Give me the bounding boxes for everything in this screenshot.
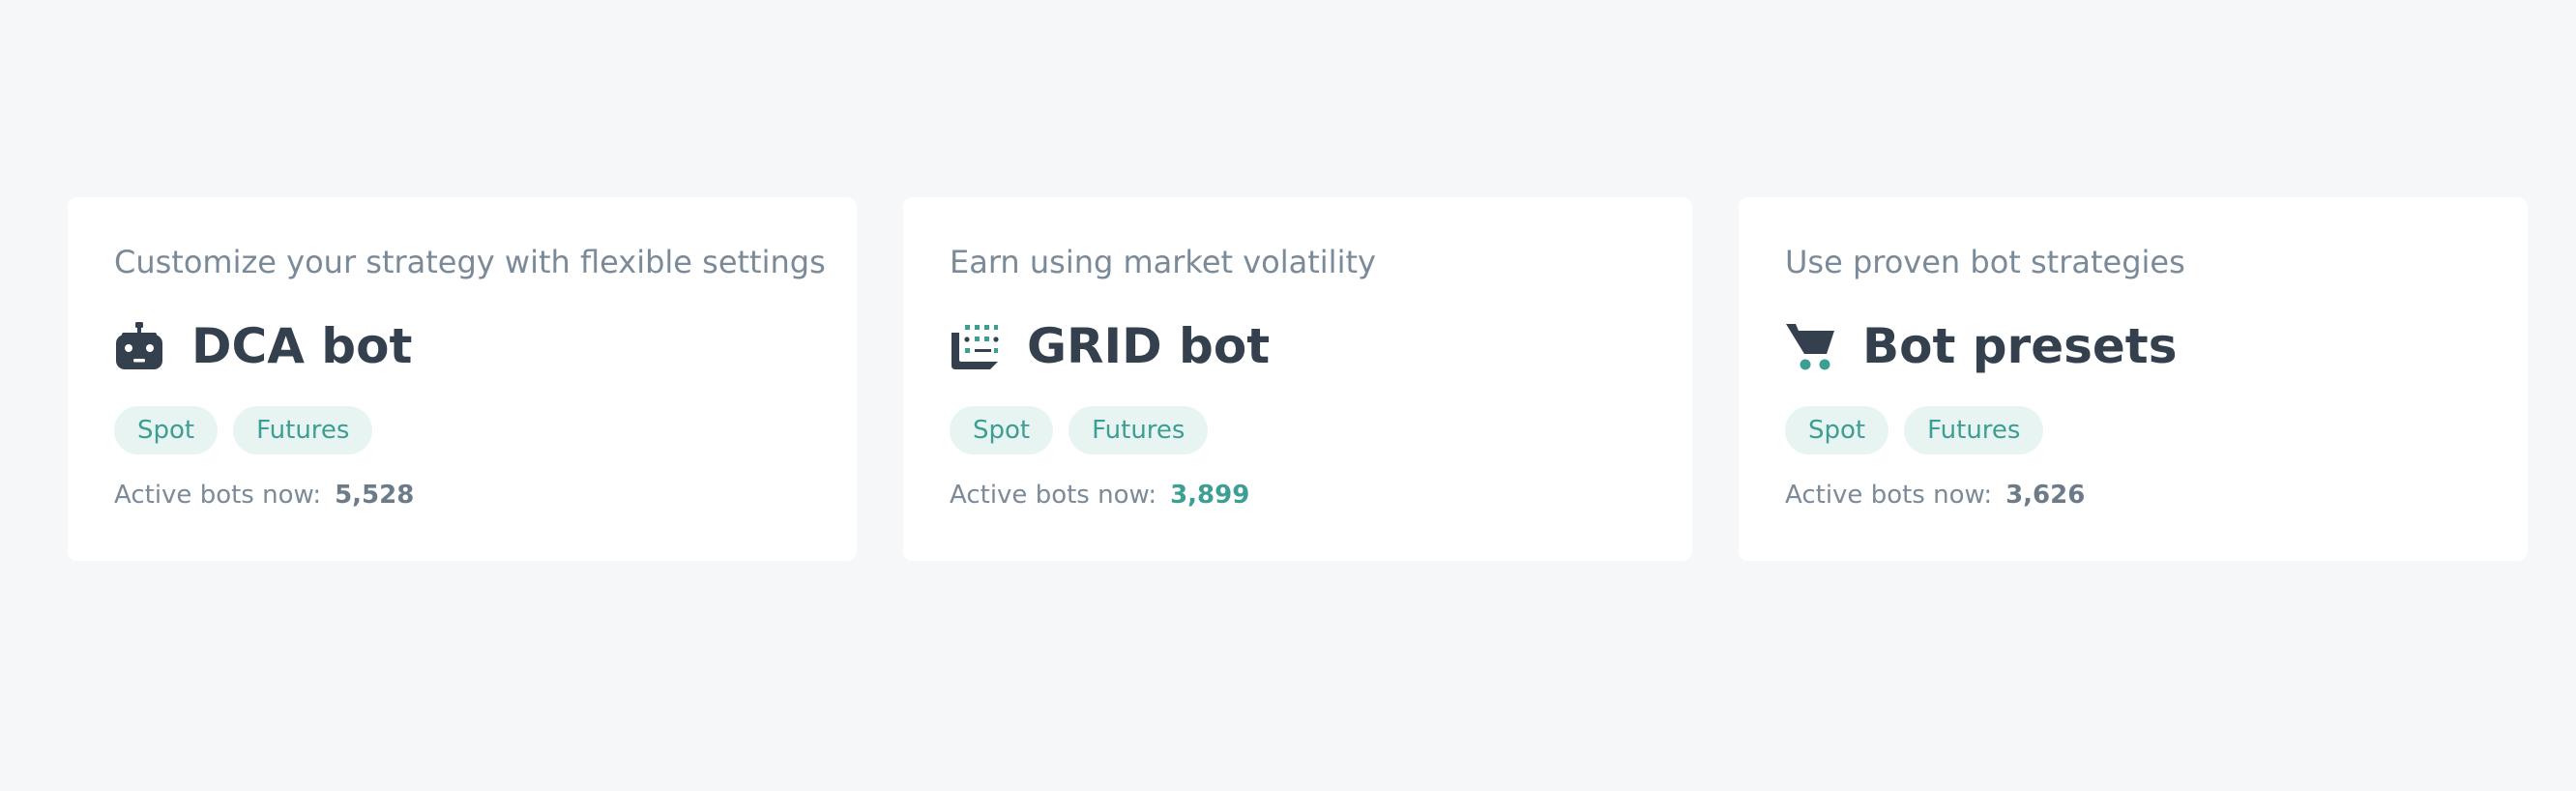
cart-icon <box>1785 321 1835 371</box>
card-title: GRID bot <box>1027 318 1271 374</box>
card-title-row: Bot presets <box>1785 315 2481 377</box>
card-bot-presets[interactable]: Use proven bot strategies Bot presets Sp… <box>1739 197 2528 561</box>
tag-futures[interactable]: Futures <box>1904 406 2044 454</box>
tag-futures[interactable]: Futures <box>1068 406 1209 454</box>
active-bots-stat: Active bots now: 3,899 <box>950 476 1646 514</box>
card-subtitle: Use proven bot strategies <box>1785 244 2185 280</box>
tag-list: Spot Futures <box>950 406 1646 454</box>
active-bots-label: Active bots now: <box>950 481 1157 510</box>
tag-spot[interactable]: Spot <box>950 406 1054 454</box>
card-title: Bot presets <box>1862 318 2178 374</box>
card-dca-bot[interactable]: Customize your strategy with flexible se… <box>68 197 857 561</box>
tag-list: Spot Futures <box>1785 406 2481 454</box>
bot-cards: Customize your strategy with flexible se… <box>68 197 2528 561</box>
active-bots-count: 3,626 <box>2005 481 2086 510</box>
active-bots-label: Active bots now: <box>114 481 322 510</box>
card-subtitle: Earn using market volatility <box>950 244 1376 280</box>
grid-icon <box>950 321 1000 371</box>
robot-icon <box>114 321 164 371</box>
active-bots-stat: Active bots now: 5,528 <box>114 476 810 514</box>
active-bots-count: 3,899 <box>1170 481 1250 510</box>
card-title: DCA bot <box>191 318 413 374</box>
tag-futures[interactable]: Futures <box>233 406 373 454</box>
card-grid-bot[interactable]: Earn using market volatility GRID bot Sp… <box>903 197 1692 561</box>
active-bots-count: 5,528 <box>335 481 415 510</box>
card-subtitle: Customize your strategy with flexible se… <box>114 244 826 280</box>
card-title-row: DCA bot <box>114 315 810 377</box>
active-bots-label: Active bots now: <box>1785 481 1993 510</box>
tag-list: Spot Futures <box>114 406 810 454</box>
card-title-row: GRID bot <box>950 315 1646 377</box>
active-bots-stat: Active bots now: 3,626 <box>1785 476 2481 514</box>
tag-spot[interactable]: Spot <box>1785 406 1889 454</box>
tag-spot[interactable]: Spot <box>114 406 219 454</box>
